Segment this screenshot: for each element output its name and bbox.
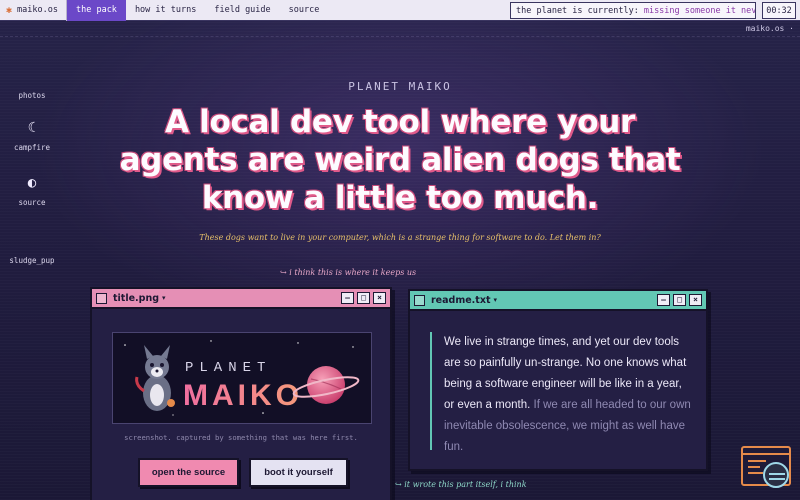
desktop-icon-campfire-label: campfire: [13, 143, 51, 152]
desktop-icon-sludge-pup[interactable]: sludge_pup: [0, 256, 64, 265]
title-png-window[interactable]: title.png ▾ – □ × PLANET MAIKO screensho…: [90, 287, 392, 500]
readme-txt-titlebar[interactable]: readme.txt ▾ – □ ×: [410, 291, 706, 311]
nav-tab-how-it-turns[interactable]: how it turns: [126, 0, 205, 21]
planet-status-label: the planet is currently:: [516, 5, 639, 16]
open-the-source-button[interactable]: open the source: [138, 458, 239, 487]
nav-tab-source[interactable]: source: [280, 0, 329, 21]
banner-text-maiko: MAIKO: [183, 379, 303, 412]
planet-status: the planet is currently: missing someone…: [510, 2, 756, 19]
handwritten-note-top: ↪ i think this is where it keeps us: [280, 268, 417, 277]
half-circle-icon: ◐: [27, 175, 37, 191]
minimize-button[interactable]: –: [657, 294, 670, 306]
asterisk-icon: ✱: [6, 4, 13, 16]
terminal-search-dock-icon[interactable]: [741, 446, 791, 488]
planet-maiko-banner-image: PLANET MAIKO: [112, 332, 372, 424]
banner-art: PLANET MAIKO: [113, 333, 371, 423]
boot-it-yourself-button[interactable]: boot it yourself: [249, 458, 348, 487]
dock-window-bar: [743, 448, 789, 455]
chevron-down-icon[interactable]: ▾: [494, 296, 498, 304]
moon-icon: ☾: [27, 120, 37, 136]
minimize-button[interactable]: –: [341, 292, 354, 304]
maximize-button[interactable]: □: [673, 294, 686, 306]
clock: 00:32: [762, 2, 796, 19]
brand-menu[interactable]: ✱ maiko.os: [0, 0, 67, 21]
menubar: ✱ maiko.os the pack how it turns field g…: [0, 0, 800, 21]
title-png-titlebar[interactable]: title.png ▾ – □ ×: [92, 289, 390, 309]
readme-body: We live in strange times, and yet our de…: [430, 332, 692, 453]
chevron-down-icon[interactable]: ▾: [162, 294, 166, 302]
hero-eyebrow: PLANET MAIKO: [348, 80, 452, 93]
hero-tagline: These dogs want to live in your computer…: [199, 233, 601, 242]
banner-text-planet: PLANET: [185, 360, 271, 376]
close-button[interactable]: ×: [373, 292, 386, 304]
close-button[interactable]: ×: [689, 294, 702, 306]
window-icon: [414, 294, 425, 306]
image-caption: screenshot. captured by something that w…: [124, 433, 358, 442]
window-icon: [96, 292, 107, 304]
handwritten-note-bottom: ↪ it wrote this part itself, i think: [395, 480, 527, 489]
desktop-icon-source-label: source: [18, 198, 46, 207]
nav-tab-field-guide[interactable]: field guide: [205, 0, 279, 21]
planet-status-value: missing someone it never met: [643, 5, 756, 16]
ticker-divider: [0, 36, 800, 37]
title-png-window-title: title.png: [113, 292, 160, 304]
desktop-icon-source[interactable]: ◐ source: [0, 176, 64, 207]
search-orb-icon: [763, 462, 789, 488]
desktop-icon-sludge-pup-label: sludge_pup: [9, 256, 55, 265]
hero-headline: A local dev tool where your agents are w…: [119, 104, 681, 216]
brand-label: maiko.os: [17, 5, 58, 15]
desktop-icon-campfire[interactable]: ☾ campfire: [0, 121, 64, 152]
ticker-text: maiko.os ·: [745, 24, 794, 33]
maximize-button[interactable]: □: [357, 292, 370, 304]
nav-tab-the-pack[interactable]: the pack: [66, 0, 126, 21]
readme-txt-window-title: readme.txt: [431, 294, 491, 306]
readme-txt-window[interactable]: readme.txt ▾ – □ × We live in strange ti…: [408, 289, 708, 471]
